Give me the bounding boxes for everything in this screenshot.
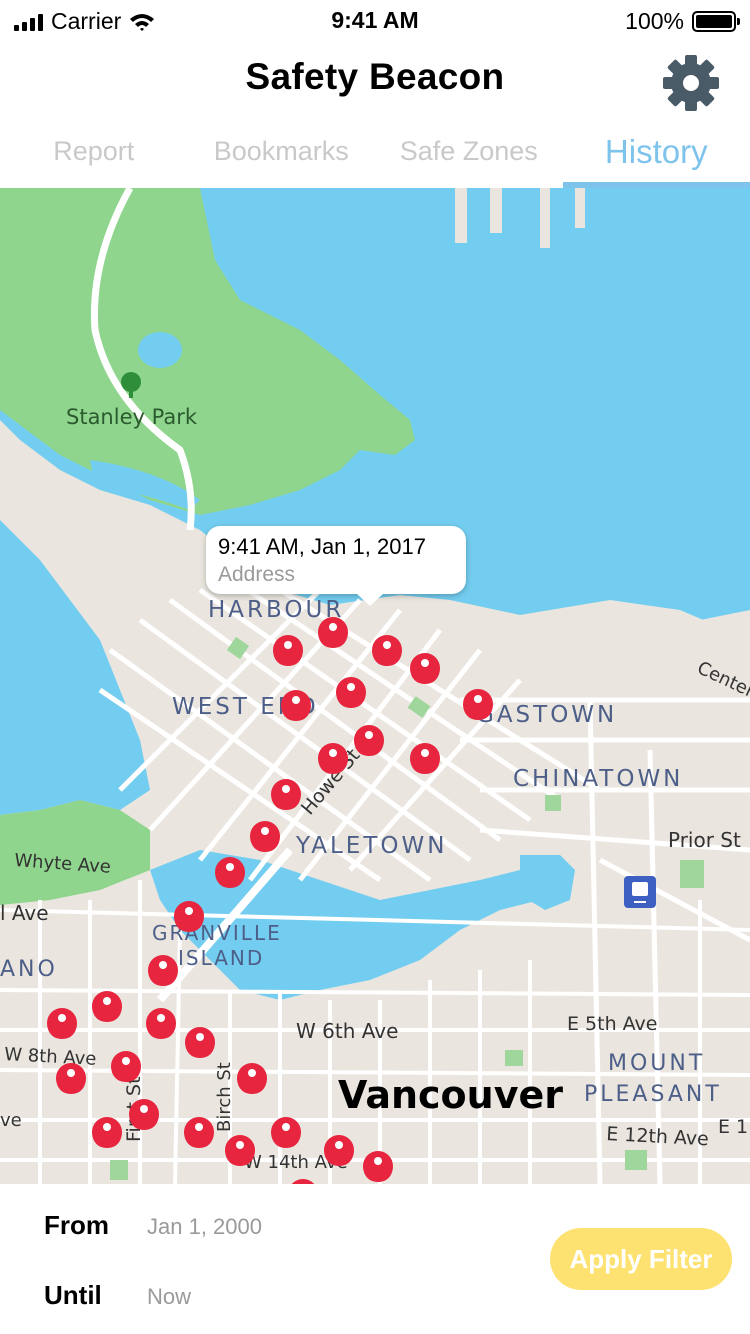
- incident-pin[interactable]: [273, 635, 303, 666]
- gear-icon: [663, 55, 719, 111]
- pin-callout[interactable]: 9:41 AM, Jan 1, 2017 Address: [206, 526, 466, 606]
- map-view[interactable]: Stanley Park HARBOUR WEST END GASTOWN CH…: [0, 188, 750, 1184]
- incident-pin[interactable]: [148, 955, 178, 986]
- transit-icon: [624, 876, 656, 908]
- battery-percentage: 100%: [625, 8, 684, 34]
- incident-pin[interactable]: [174, 901, 204, 932]
- incident-pin[interactable]: [184, 1117, 214, 1148]
- from-date-field[interactable]: Jan 1, 2000: [147, 1214, 262, 1240]
- map-label-e1-fragment: E 1: [718, 1116, 748, 1138]
- incident-pin[interactable]: [237, 1063, 267, 1094]
- callout-time: 9:41 AM, Jan 1, 2017: [218, 534, 426, 559]
- incident-pin[interactable]: [225, 1135, 255, 1166]
- map-label-ve-fragment: ve: [0, 1110, 22, 1131]
- until-date-field[interactable]: Now: [147, 1284, 191, 1310]
- incident-pin[interactable]: [92, 1117, 122, 1148]
- map-label-e5th: E 5th Ave: [567, 1013, 657, 1035]
- map-label-ave-fragment: l Ave: [0, 901, 49, 925]
- incident-pin[interactable]: [318, 617, 348, 648]
- incident-pin[interactable]: [56, 1063, 86, 1094]
- incident-pin[interactable]: [410, 743, 440, 774]
- map-label-harbour: HARBOUR: [208, 597, 344, 623]
- incident-pin[interactable]: [336, 677, 366, 708]
- incident-pin[interactable]: [324, 1135, 354, 1166]
- settings-button[interactable]: [660, 52, 722, 114]
- incident-pin[interactable]: [372, 635, 402, 666]
- map-label-pleasant: PLEASANT: [584, 1082, 722, 1107]
- tab-bookmarks[interactable]: Bookmarks: [188, 122, 376, 188]
- map-label-gastown: GASTOWN: [476, 702, 617, 728]
- app-title: Safety Beacon: [245, 56, 505, 97]
- until-label: Until: [44, 1280, 102, 1310]
- map-label-vancouver: Vancouver: [338, 1073, 563, 1117]
- status-right: 100%: [625, 8, 740, 35]
- incident-pin[interactable]: [111, 1051, 141, 1082]
- filter-panel: From Jan 1, 2000 Until Now Apply Filter: [0, 1184, 750, 1334]
- map-label-w6th: W 6th Ave: [296, 1019, 398, 1043]
- incident-pin[interactable]: [185, 1027, 215, 1058]
- incident-pin[interactable]: [271, 779, 301, 810]
- incident-pin[interactable]: [354, 725, 384, 756]
- from-label: From: [44, 1210, 109, 1240]
- incident-pin[interactable]: [250, 821, 280, 852]
- map-label-prior-st: Prior St: [668, 828, 741, 852]
- map-label-ano: ANO: [0, 957, 58, 982]
- map-label-chinatown: CHINATOWN: [513, 766, 683, 792]
- callout-address: Address: [218, 563, 296, 586]
- apply-filter-button[interactable]: Apply Filter: [550, 1228, 732, 1290]
- incident-pin[interactable]: [47, 1008, 77, 1039]
- incident-pin[interactable]: [363, 1151, 393, 1182]
- battery-icon: [692, 11, 740, 32]
- status-bar: Carrier 9:41 AM 100%: [0, 0, 750, 40]
- map-label-birch-st: Birch St: [214, 1062, 235, 1132]
- map-canvas[interactable]: Stanley Park HARBOUR WEST END GASTOWN CH…: [0, 188, 750, 1184]
- map-label-yaletown: YALETOWN: [295, 833, 447, 859]
- map-label-mount: MOUNT: [608, 1051, 705, 1076]
- incident-pin[interactable]: [281, 690, 311, 721]
- incident-pin[interactable]: [215, 857, 245, 888]
- incident-pin[interactable]: [271, 1117, 301, 1148]
- tab-bar: Report Bookmarks Safe Zones History: [0, 122, 750, 188]
- incident-pin[interactable]: [410, 653, 440, 684]
- tab-report[interactable]: Report: [0, 122, 188, 188]
- incident-pin[interactable]: [92, 991, 122, 1022]
- incident-pin[interactable]: [318, 743, 348, 774]
- incident-pin[interactable]: [146, 1008, 176, 1039]
- incident-pin[interactable]: [463, 689, 493, 720]
- map-label-stanley-park: Stanley Park: [66, 405, 198, 429]
- tab-safe-zones[interactable]: Safe Zones: [375, 122, 563, 188]
- map-label-granville: GRANVILLE: [152, 921, 282, 945]
- tab-history[interactable]: History: [562, 122, 750, 188]
- map-label-island: ISLAND: [178, 946, 264, 970]
- incident-pin[interactable]: [129, 1099, 159, 1130]
